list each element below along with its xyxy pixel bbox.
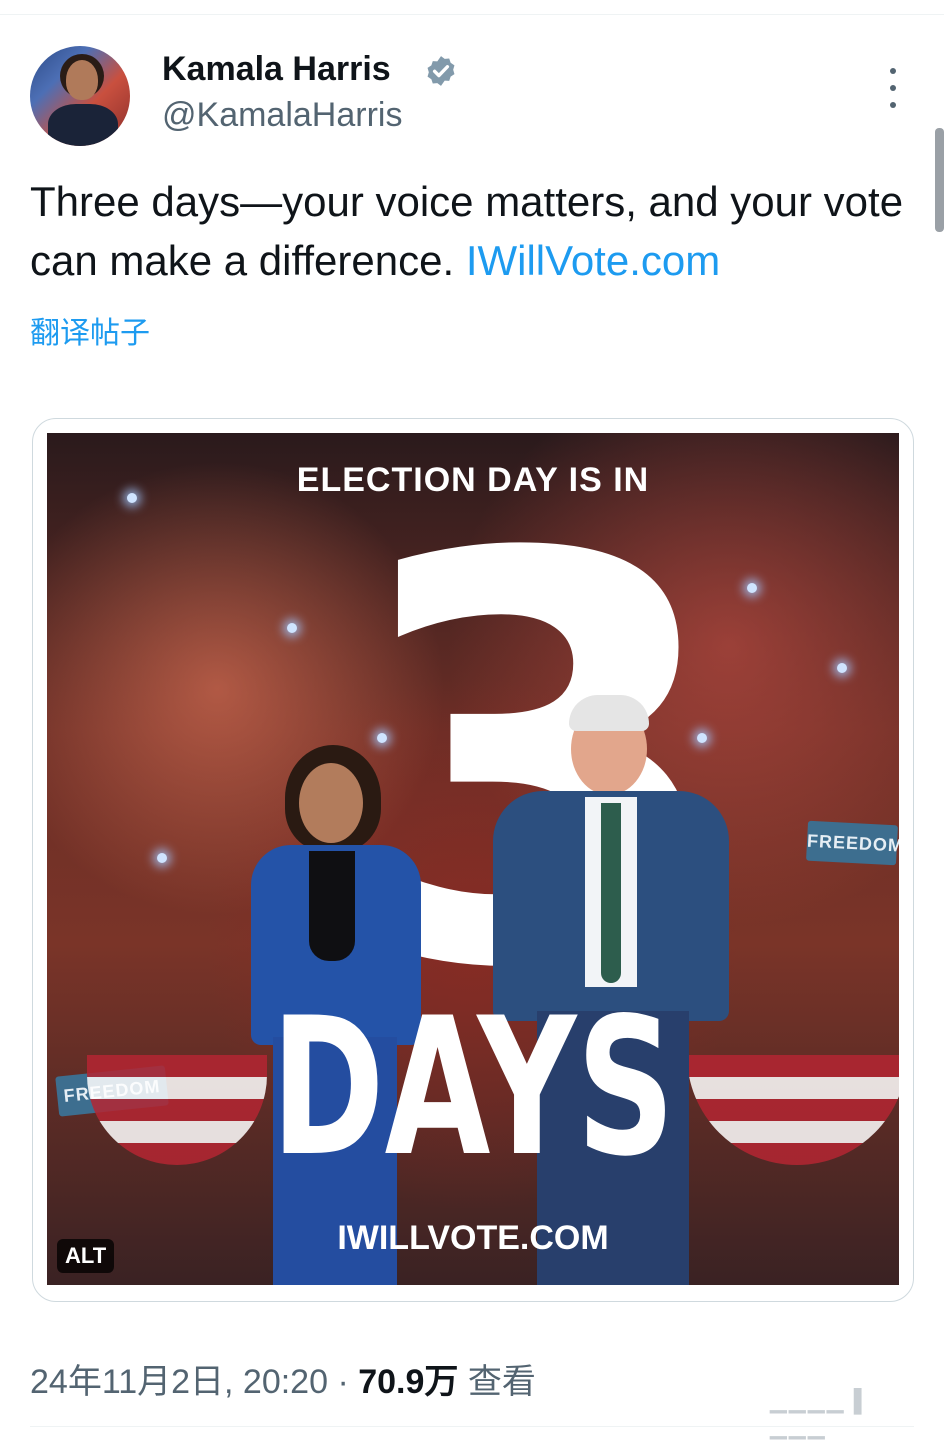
more-dot — [890, 68, 896, 74]
phone-light — [287, 623, 297, 633]
bottom-divider — [30, 1426, 914, 1427]
top-divider — [0, 14, 944, 15]
tweet-timestamp[interactable]: 24年11月2日, 20:20 — [30, 1363, 328, 1401]
tweet-text: Three days—your voice matters, and your … — [30, 172, 920, 290]
tweet-meta: 24年11月2日, 20:20 · 70.9万 查看 — [30, 1354, 536, 1403]
alt-badge[interactable]: ALT — [57, 1239, 115, 1273]
tweet-link[interactable]: IWillVote.com — [466, 237, 720, 284]
media-card[interactable]: FREEDOM FREEDOM ELECTION DAY IS IN 3 — [32, 418, 914, 1302]
meta-separator: · — [328, 1363, 359, 1401]
verified-badge-icon — [427, 56, 455, 86]
crowd-sign — [67, 667, 177, 675]
more-options-icon[interactable] — [880, 68, 906, 108]
view-count: 70.9万 — [358, 1363, 459, 1401]
image-days-word: DAYS — [271, 977, 675, 1198]
figure-hair — [569, 695, 649, 731]
views-label: 查看 — [458, 1363, 536, 1401]
phone-light — [157, 853, 167, 863]
image-url-text: IWILLVOTE.COM — [337, 1219, 609, 1257]
figure-shirt — [309, 851, 355, 961]
avatar[interactable] — [30, 46, 130, 146]
crowd-sign — [237, 725, 347, 741]
avatar-face — [66, 60, 98, 100]
author-name[interactable]: Kamala Harris — [162, 50, 391, 89]
author-handle[interactable]: @KamalaHarris — [162, 96, 402, 135]
phone-light — [747, 583, 757, 593]
watermark: ▁▁▁▁ ▌ ▁▁▁ — [770, 1388, 872, 1439]
translate-post-link[interactable]: 翻译帖子 — [30, 308, 150, 352]
avatar-suit — [48, 104, 118, 146]
figure-tie — [601, 803, 621, 983]
scrollbar[interactable] — [935, 128, 944, 232]
crowd-sign: FREEDOM — [806, 820, 899, 866]
tweet-image[interactable]: FREEDOM FREEDOM ELECTION DAY IS IN 3 — [47, 433, 899, 1285]
more-dot — [890, 102, 896, 108]
figure-face — [299, 763, 363, 843]
phone-light — [837, 663, 847, 673]
more-dot — [890, 85, 896, 91]
